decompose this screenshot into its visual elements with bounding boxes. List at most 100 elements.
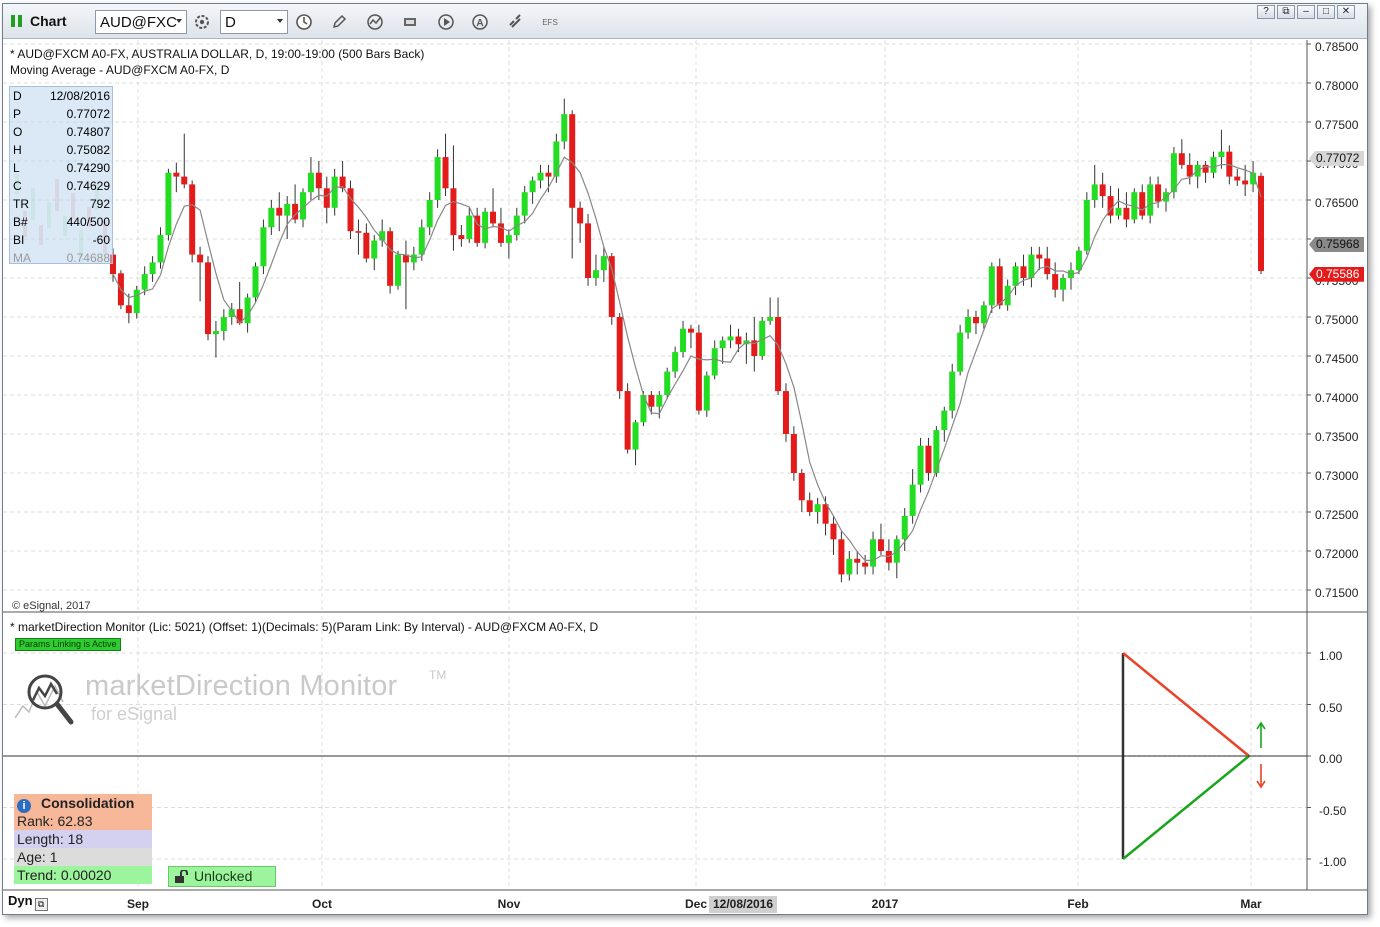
- candle-body: [197, 254, 204, 263]
- candle-body: [1060, 278, 1067, 290]
- candle: [363, 223, 370, 263]
- candle: [1075, 246, 1082, 275]
- candle: [197, 246, 204, 302]
- candle-body: [664, 371, 671, 395]
- logo-trademark: TM: [429, 668, 447, 682]
- candle-body: [442, 157, 449, 189]
- candle: [165, 168, 172, 241]
- candle-body: [806, 500, 813, 512]
- price-axis-label: 0.72000: [1315, 547, 1359, 561]
- candle-body: [149, 262, 156, 275]
- price-tag: 0.77072: [1309, 150, 1364, 166]
- candle-body: [656, 395, 663, 407]
- consolidation-info-box: i Consolidation Rank: 62.83 Length: 18 Age:…: [14, 794, 152, 886]
- candle: [189, 180, 196, 263]
- candle: [790, 426, 797, 481]
- candle-body: [901, 515, 908, 540]
- candle-body: [877, 539, 884, 551]
- candle-body: [703, 375, 710, 411]
- price-axis-label: 0.74000: [1315, 391, 1359, 405]
- candle: [1036, 246, 1043, 271]
- candle-body: [331, 176, 338, 208]
- candle-body: [205, 262, 212, 335]
- candle-body: [189, 184, 196, 255]
- time-axis-label: Mar: [1240, 897, 1262, 911]
- data-window-row: P 0.77072: [10, 105, 112, 123]
- dyn-options-icon[interactable]: ⧉: [34, 898, 48, 911]
- indicator-axis-label: 0.00: [1319, 752, 1343, 766]
- indicator-axis-label: -1.00: [1319, 855, 1347, 869]
- price-header: * AUD@FXCM A0-FX, AUSTRALIA DOLLAR, D, 1…: [10, 47, 425, 61]
- candle: [561, 98, 568, 150]
- price-axis-label: 0.73000: [1315, 469, 1359, 483]
- candle-body: [775, 317, 782, 392]
- candle: [276, 192, 283, 232]
- candle-body: [307, 172, 314, 193]
- info-row: Rank: 62.83: [14, 812, 152, 830]
- price-tag: 0.75586: [1309, 266, 1364, 282]
- price-axis-label: 0.74500: [1315, 352, 1359, 366]
- data-window-value: 0.74688: [66, 251, 110, 265]
- candle-body: [1083, 200, 1090, 251]
- candle: [680, 320, 687, 358]
- candle-body: [854, 558, 861, 563]
- candle-body: [521, 192, 528, 216]
- candle: [925, 437, 932, 481]
- candle: [1218, 129, 1225, 169]
- candle-body: [244, 297, 251, 324]
- candle-body: [1099, 184, 1106, 197]
- candle: [585, 214, 592, 286]
- candle: [268, 200, 275, 236]
- candle-body: [719, 340, 726, 349]
- candle: [260, 219, 267, 275]
- candle-body: [268, 207, 275, 228]
- chart-window: Chart AUD@FXC D A EFS ? ⧉ – □ ✕ * AUD@FX…: [2, 3, 1368, 915]
- price-axis-label: 0.78000: [1315, 79, 1359, 93]
- candle: [577, 201, 584, 243]
- candle-body: [1155, 184, 1162, 202]
- candle: [466, 207, 473, 243]
- axes: [3, 40, 1367, 891]
- price-axis-label: 0.73500: [1315, 430, 1359, 444]
- candle-body: [1012, 266, 1019, 286]
- params-linking-badge[interactable]: Params Linking is Active: [15, 638, 121, 651]
- dyn-label: Dyn: [8, 893, 33, 908]
- dyn-mode-button[interactable]: Dyn ⧉: [8, 893, 48, 911]
- candle: [957, 324, 964, 376]
- candle: [1202, 161, 1209, 183]
- candle-body: [735, 336, 742, 345]
- candle: [743, 332, 750, 364]
- candle-body: [1075, 250, 1082, 271]
- indicator-axis-label: 1.00: [1319, 649, 1343, 663]
- candle: [1258, 172, 1264, 275]
- candle-body: [157, 235, 164, 263]
- data-window-value: 0.74290: [66, 161, 110, 175]
- candle: [1210, 151, 1217, 179]
- data-window-row: BI -60: [10, 231, 112, 249]
- data-window-row: H 0.75082: [10, 141, 112, 159]
- candle: [1147, 176, 1154, 224]
- time-axis-label: Nov: [497, 897, 521, 911]
- candle-body: [1123, 207, 1130, 220]
- info-title-row: i Consolidation: [14, 794, 152, 813]
- candle-body: [315, 172, 322, 189]
- candle-body: [933, 430, 940, 473]
- candle: [307, 157, 314, 200]
- unlock-button[interactable]: Unlocked: [168, 866, 276, 887]
- candle-body: [1186, 164, 1193, 177]
- indicator-header: * marketDirection Monitor (Lic: 5021) (O…: [10, 620, 599, 634]
- candle: [205, 256, 212, 341]
- data-window-key: D: [13, 89, 22, 103]
- indicator-axis-label: 0.50: [1319, 700, 1343, 715]
- chart-canvas[interactable]: [3, 4, 1367, 914]
- candle-body: [1091, 184, 1098, 200]
- candlestick-series: [110, 98, 1264, 583]
- candle-body: [1147, 184, 1154, 216]
- candle-body: [600, 256, 607, 271]
- candle-body: [616, 317, 623, 392]
- candle: [1044, 246, 1051, 280]
- candle-body: [632, 422, 639, 450]
- candle: [727, 324, 734, 349]
- data-window-value: 792: [89, 197, 110, 211]
- info-row: Age: 1: [14, 848, 152, 866]
